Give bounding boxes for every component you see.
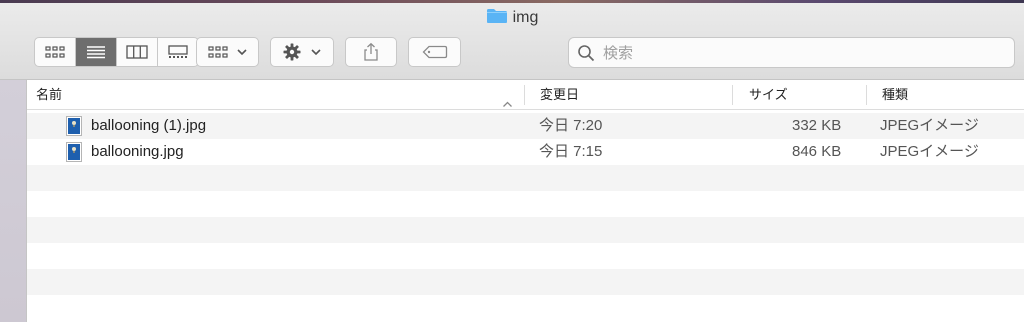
window-title-text: img xyxy=(512,9,539,26)
column-header-bar: 名前 変更日 サイズ 種類 xyxy=(27,80,1024,110)
group-by-button[interactable] xyxy=(196,37,259,67)
list-view-button[interactable] xyxy=(76,38,117,66)
column-separator[interactable] xyxy=(524,85,525,105)
file-kind: JPEGイメージ xyxy=(880,143,979,160)
file-date: 今日 7:15 xyxy=(539,143,603,160)
chevron-down-icon xyxy=(236,49,247,56)
file-date: 今日 7:20 xyxy=(539,117,603,134)
action-menu-button[interactable] xyxy=(270,37,334,67)
empty-row xyxy=(27,295,1024,321)
tags-button[interactable] xyxy=(408,37,461,67)
file-row[interactable]: ballooning.jpg 今日 7:15 846 KB JPEGイメージ xyxy=(27,139,1024,165)
share-button[interactable] xyxy=(345,37,397,67)
file-kind: JPEGイメージ xyxy=(880,117,979,134)
column-header-name[interactable]: 名前 xyxy=(36,80,62,109)
icon-grid-icon xyxy=(45,46,65,58)
columns-icon xyxy=(126,45,148,59)
jpeg-file-icon xyxy=(66,116,82,136)
tag-icon xyxy=(422,45,447,59)
icon-view-button[interactable] xyxy=(35,38,76,66)
gallery-icon xyxy=(168,45,188,58)
grid-group-icon xyxy=(207,46,228,58)
folder-icon xyxy=(486,9,507,23)
column-header-size[interactable]: サイズ xyxy=(749,80,788,109)
empty-row xyxy=(27,269,1024,295)
column-separator[interactable] xyxy=(866,85,867,105)
file-name: ballooning (1).jpg xyxy=(91,117,207,134)
search-input[interactable] xyxy=(601,42,1005,65)
file-row[interactable]: ballooning (1).jpg 今日 7:20 332 KB JPEGイメ… xyxy=(27,113,1024,139)
gallery-view-button[interactable] xyxy=(158,38,198,66)
window-title: img xyxy=(0,8,1024,27)
empty-row xyxy=(27,217,1024,243)
empty-row xyxy=(27,165,1024,191)
file-size: 846 KB xyxy=(792,143,842,160)
sidebar-edge xyxy=(0,80,27,322)
jpeg-file-icon xyxy=(66,142,82,162)
file-name: ballooning.jpg xyxy=(91,143,184,160)
column-separator[interactable] xyxy=(732,85,733,105)
list-icon xyxy=(87,46,105,59)
column-header-kind[interactable]: 種類 xyxy=(882,80,908,109)
search-field[interactable] xyxy=(568,37,1015,68)
share-icon xyxy=(364,42,378,61)
search-icon xyxy=(578,45,595,62)
column-header-date[interactable]: 変更日 xyxy=(540,80,579,109)
toolbar: img xyxy=(0,3,1024,80)
view-mode-segmented-control xyxy=(34,37,199,67)
chevron-down-icon xyxy=(311,49,321,56)
column-view-button[interactable] xyxy=(117,38,158,66)
file-list: ballooning (1).jpg 今日 7:20 332 KB JPEGイメ… xyxy=(27,113,1024,321)
empty-row xyxy=(27,243,1024,269)
empty-row xyxy=(27,191,1024,217)
gear-icon xyxy=(283,43,301,61)
file-size: 332 KB xyxy=(792,117,842,134)
finder-window: img 検索 名前 変更日 サイズ 種類 ballooning (1).jpg … xyxy=(0,3,1024,322)
